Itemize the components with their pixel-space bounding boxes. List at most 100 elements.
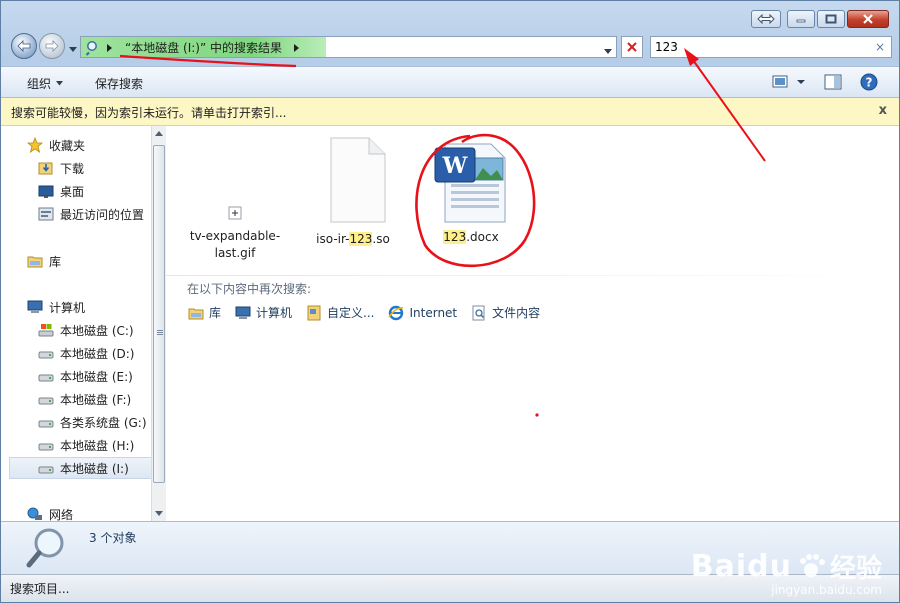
baidu-watermark: Baidu 经验 jingyan.baidu.com — [691, 548, 882, 597]
change-view-button[interactable] — [771, 72, 807, 95]
sidebar-label: 各类系统盘 (G:) — [60, 415, 147, 430]
scroll-down-arrow-icon[interactable] — [155, 511, 163, 516]
sidebar-label: 下载 — [60, 161, 85, 176]
help-icon: ? — [860, 73, 878, 91]
double-arrow-icon — [757, 14, 775, 24]
option-label: 文件内容 — [492, 306, 541, 320]
search-again-computer[interactable]: 计算机 — [235, 304, 292, 321]
search-magnifier-icon — [26, 528, 64, 568]
sidebar-item-favorites[interactable]: 收藏夹 — [27, 134, 85, 156]
drive-icon — [38, 466, 54, 474]
save-search-button[interactable]: 保存搜索 — [95, 75, 143, 92]
sidebar-item-recent-places[interactable]: 最近访问的位置 — [38, 203, 144, 225]
divider — [166, 275, 891, 276]
file-item-docx[interactable]: W 123.docx — [424, 140, 518, 246]
paw-logo-icon — [799, 553, 825, 577]
library-icon — [27, 256, 43, 268]
stop-search-button[interactable] — [621, 36, 643, 58]
library-icon — [188, 308, 204, 319]
breadcrumb-arrow-icon[interactable] — [294, 43, 300, 52]
option-label: 自定义... — [327, 306, 375, 320]
computer-icon — [27, 300, 43, 313]
option-label: Internet — [409, 305, 458, 320]
drive-icon — [38, 397, 54, 405]
sidebar-item-libraries[interactable]: 库 — [27, 250, 61, 272]
file-name-part: iso-ir- — [316, 232, 350, 246]
search-again-internet[interactable]: Internet — [388, 305, 457, 321]
search-box[interactable]: × — [650, 36, 892, 58]
sidebar-item-drive-e[interactable]: 本地磁盘 (E:) — [38, 365, 133, 387]
search-again-options: 库 计算机 自定义... Internet 文件内容 — [188, 304, 540, 321]
file-thumbnail — [182, 206, 288, 228]
option-label: 库 — [209, 306, 222, 320]
sidebar-item-drive-i[interactable]: 本地磁盘 (I:) — [9, 457, 151, 479]
minimize-button[interactable] — [787, 10, 815, 28]
back-button[interactable] — [11, 33, 37, 59]
system-drive-icon — [38, 324, 54, 337]
downloads-folder-icon — [38, 162, 53, 175]
sidebar-item-desktop[interactable]: 桌面 — [38, 180, 84, 202]
organize-button[interactable]: 组织 — [27, 75, 64, 92]
sidebar-item-drive-c[interactable]: 本地磁盘 (C:) — [38, 319, 134, 341]
sidebar-item-drive-d[interactable]: 本地磁盘 (D:) — [38, 342, 134, 364]
navigation-scrollbar[interactable] — [151, 126, 166, 521]
sidebar-item-drive-f[interactable]: 本地磁盘 (F:) — [38, 388, 131, 410]
sidebar-item-computer[interactable]: 计算机 — [27, 296, 85, 318]
info-bar-close-icon[interactable]: x — [879, 103, 887, 118]
clear-search-icon[interactable]: × — [875, 40, 885, 54]
sidebar-item-network[interactable]: 网络 — [27, 503, 73, 521]
forward-button[interactable] — [39, 33, 65, 59]
resize-toggle-button[interactable] — [751, 10, 781, 28]
scroll-up-arrow-icon[interactable] — [155, 131, 163, 136]
sidebar-label: 本地磁盘 (H:) — [60, 438, 135, 453]
maximize-icon — [825, 14, 837, 24]
search-again-label: 在以下内容中再次搜索: — [187, 282, 312, 296]
file-item-so[interactable]: iso-ir-123.so — [306, 136, 400, 248]
star-icon — [27, 137, 43, 153]
info-bar-message[interactable]: 搜索可能较慢，因为索引未运行。请单击打开索引... — [11, 104, 286, 121]
address-history-dropdown[interactable] — [604, 44, 612, 58]
help-button[interactable]: ? — [859, 72, 879, 95]
search-again-libraries[interactable]: 库 — [188, 304, 221, 321]
sidebar-label: 本地磁盘 (D:) — [60, 346, 135, 361]
search-input[interactable] — [655, 39, 865, 55]
forward-arrow-icon — [45, 40, 59, 52]
watermark-brand: Baidu — [690, 549, 792, 584]
sidebar-item-drive-h[interactable]: 本地磁盘 (H:) — [38, 434, 134, 456]
sidebar-label: 最近访问的位置 — [60, 207, 145, 222]
sidebar-label: 本地磁盘 (C:) — [60, 323, 134, 338]
sidebar-label: 库 — [49, 254, 62, 269]
sidebar-label: 本地磁盘 (I:) — [60, 461, 129, 476]
file-name-part: .docx — [466, 230, 499, 244]
file-name: iso-ir-123.so — [306, 231, 400, 248]
indexing-info-bar[interactable]: 搜索可能较慢，因为索引未运行。请单击打开索引... x — [1, 98, 899, 126]
watermark-brand-cn: 经验 — [829, 554, 882, 584]
save-search-label: 保存搜索 — [95, 77, 144, 91]
preview-pane-button[interactable] — [823, 72, 843, 95]
chevron-down-icon — [69, 47, 77, 52]
custom-folder-icon — [307, 305, 321, 320]
scrollbar-thumb[interactable] — [153, 145, 165, 483]
match-highlight: 123 — [349, 232, 373, 246]
recent-pages-dropdown[interactable] — [69, 42, 77, 56]
breadcrumb-label[interactable]: “本地磁盘 (I:)” 中的搜索结果 — [125, 39, 282, 56]
svg-text:W: W — [442, 153, 468, 179]
close-window-button[interactable] — [847, 10, 889, 28]
drive-icon — [38, 443, 54, 451]
search-again-file-contents[interactable]: 文件内容 — [471, 304, 540, 321]
maximize-button[interactable] — [817, 10, 845, 28]
drive-icon — [38, 351, 54, 359]
file-name-line: last.gif — [214, 246, 256, 260]
search-again-custom[interactable]: 自定义... — [306, 304, 374, 321]
breadcrumb-separator-icon — [107, 43, 112, 52]
address-bar[interactable]: “本地磁盘 (I:)” 中的搜索结果 — [80, 36, 617, 58]
sidebar-item-downloads[interactable]: 下载 — [38, 157, 84, 179]
minimize-icon — [796, 19, 806, 23]
recent-places-icon — [38, 207, 54, 221]
file-item-gif[interactable]: tv-expandable- last.gif — [182, 206, 288, 262]
file-name-line: tv-expandable- — [189, 229, 281, 243]
sidebar-item-drive-g[interactable]: 各类系统盘 (G:) — [38, 411, 147, 433]
expand-plus-icon — [228, 206, 242, 220]
search-results-pane: tv-expandable- last.gif iso-ir-123.so W — [166, 126, 899, 521]
svg-text:?: ? — [866, 76, 873, 90]
